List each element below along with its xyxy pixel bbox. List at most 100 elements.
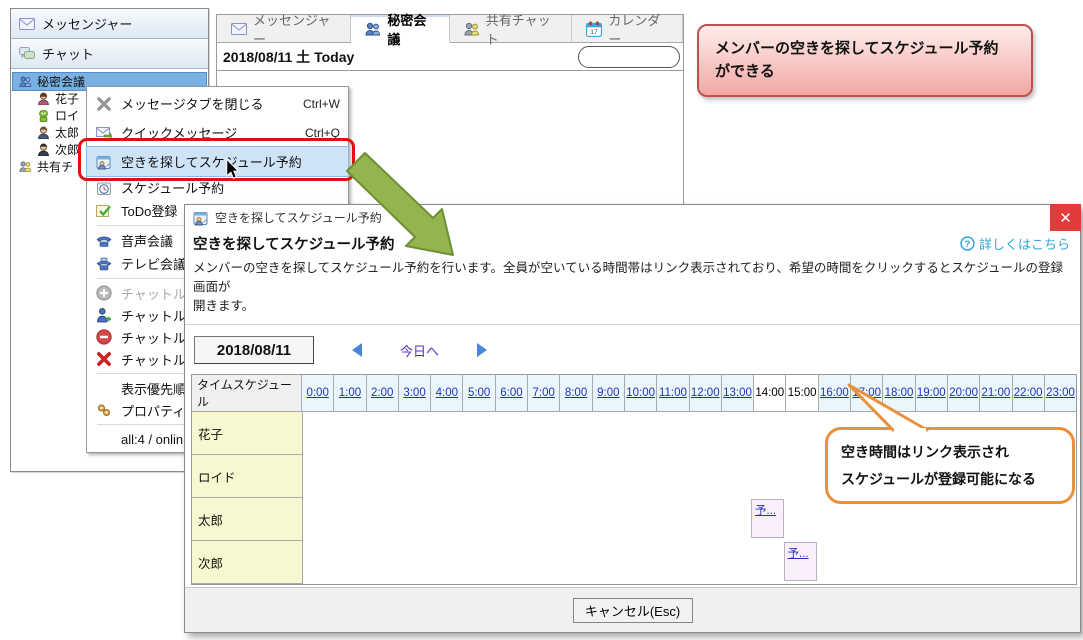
time-link[interactable]: 11:00 [659,387,687,399]
dialog-heading: 空きを探してスケジュール予約 [193,233,395,254]
tab-shared-chat[interactable]: 共有チャット [450,15,573,42]
time-link[interactable]: 22:00 [1014,387,1043,399]
time-link[interactable]: 10:00 [626,387,655,399]
close-button[interactable]: ✕ [1050,204,1081,231]
time-link[interactable]: 9:00 [597,387,619,399]
time-1700[interactable]: 17:00 [850,375,882,411]
remove-circle-icon [96,329,112,345]
appointment-link[interactable]: 予... [788,548,809,560]
tab-label: メッセンジャー [253,10,336,48]
menu-item-schedule-reserve[interactable]: スケジュール予約 [87,176,348,199]
member-name: 花子 [192,412,303,455]
menu-item-find-free-schedule[interactable]: 空きを探してスケジュール予約 [87,147,348,176]
time-link[interactable]: 17:00 [852,387,881,399]
time-link[interactable]: 21:00 [981,387,1010,399]
tab-label: 共有チャット [486,10,558,48]
tab-messenger[interactable]: メッセンジャー [217,15,351,42]
menu-item-close-message-tab[interactable]: メッセージタブを閉じるCtrl+W [87,89,348,118]
menu-item-label: 空きを探してスケジュール予約 [121,152,340,171]
help-icon: ? [960,236,975,251]
time-1100[interactable]: 11:00 [656,375,688,411]
time-500[interactable]: 5:00 [462,375,494,411]
time-1900[interactable]: 19:00 [915,375,947,411]
description-line: 開きます。 [193,297,1072,316]
time-link[interactable]: 5:00 [468,387,490,399]
time-700[interactable]: 7:00 [527,375,559,411]
svg-text:17: 17 [591,29,599,36]
annotation-line: メンバーの空きを探してスケジュール予約 [715,37,1015,60]
time-1600[interactable]: 16:00 [818,375,850,411]
time-link[interactable]: 8:00 [565,387,587,399]
tree-item-label: ロイ [55,107,79,124]
time-2100[interactable]: 21:00 [979,375,1011,411]
time-link[interactable]: 19:00 [917,387,946,399]
time-100[interactable]: 1:00 [333,375,365,411]
time-2000[interactable]: 20:00 [947,375,979,411]
time-2300[interactable]: 23:00 [1044,375,1076,411]
time-300[interactable]: 3:00 [398,375,430,411]
time-400[interactable]: 4:00 [430,375,462,411]
annotation-line: 空き時間はリンク表示され [841,439,1059,466]
time-800[interactable]: 8:00 [559,375,591,411]
people-blue-icon [19,75,32,88]
tab-calendar[interactable]: 17カレンダー [572,15,683,42]
time-link[interactable]: 13:00 [723,387,752,399]
tree-item-label: 花子 [55,90,79,107]
time-000[interactable]: 0:00 [302,375,333,411]
member-name: 次郎 [192,541,303,584]
time-link[interactable]: 7:00 [533,387,555,399]
member-name: ロイド [192,455,303,498]
appointment-link[interactable]: 予... [755,505,776,517]
dialog-footer: キャンセル(Esc) [185,587,1080,632]
calendar-icon: 17 [586,21,602,37]
add-circle-gray-icon [96,285,112,301]
cancel-button[interactable]: キャンセル(Esc) [573,598,693,623]
help-link[interactable]: ? 詳しくはこちら [960,234,1070,253]
envelope-icon [19,16,35,32]
time-link[interactable]: 16:00 [820,387,849,399]
time-link[interactable]: 0:00 [306,387,328,399]
appointment-cell: 予... [751,499,784,538]
time-link[interactable]: 20:00 [949,387,978,399]
date-picker-button[interactable]: 2018/08/11 [194,336,314,364]
time-600[interactable]: 6:00 [495,375,527,411]
menu-item-quick-message[interactable]: クイックメッセージCtrl+Q [87,118,348,147]
help-link-label: 詳しくはこちら [979,234,1070,253]
find-free-schedule-icon [96,154,112,170]
sidebar-item-chat[interactable]: チャット [11,39,208,69]
chat-bubbles-icon [19,46,35,62]
time-1300[interactable]: 13:00 [721,375,753,411]
previous-day-arrow[interactable] [352,343,362,357]
menu-item-spacer [96,431,112,447]
time-900[interactable]: 9:00 [592,375,624,411]
time-1800[interactable]: 18:00 [882,375,914,411]
time-link[interactable]: 23:00 [1046,387,1075,399]
time-link[interactable]: 3:00 [403,387,425,399]
next-day-arrow[interactable] [477,343,487,357]
tv-phone-icon [96,256,112,272]
time-1000[interactable]: 10:00 [624,375,656,411]
avatar-female-icon [37,92,50,105]
sidebar-item-messenger[interactable]: メッセンジャー [11,9,208,39]
time-link[interactable]: 4:00 [436,387,458,399]
time-1200[interactable]: 12:00 [689,375,721,411]
member-availability-area [303,541,1076,584]
avatar-male2-icon [37,143,50,156]
time-link[interactable]: 6:00 [500,387,522,399]
time-2200[interactable]: 22:00 [1012,375,1044,411]
appointment-cell: 予... [784,542,817,581]
time-link[interactable]: 12:00 [691,387,720,399]
member-availability-area [303,498,1076,541]
today-link[interactable]: 今日へ [400,341,439,360]
sidebar-item-label: チャット [42,44,94,63]
menu-item-label: クイックメッセージ [121,123,296,142]
search-input[interactable] [578,46,680,68]
time-link[interactable]: 1:00 [339,387,361,399]
tree-item-label: 秘密会議 [37,73,85,90]
time-link[interactable]: 18:00 [885,387,914,399]
tab-secret-meeting[interactable]: 秘密会議 [351,15,449,43]
time-link[interactable]: 2:00 [371,387,393,399]
time-200[interactable]: 2:00 [366,375,398,411]
avatar-male-icon [37,126,50,139]
svg-text:?: ? [965,239,971,250]
